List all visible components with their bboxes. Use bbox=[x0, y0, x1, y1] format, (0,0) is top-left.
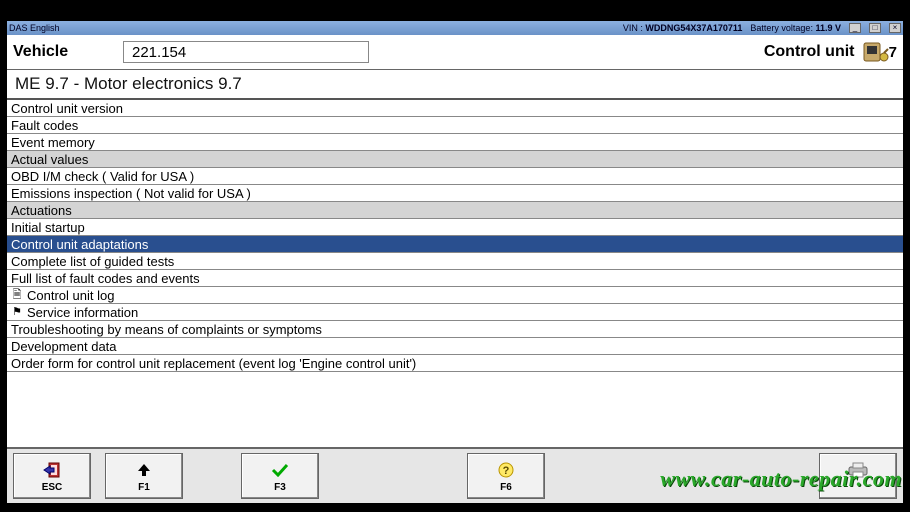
print-button[interactable] bbox=[819, 453, 897, 499]
list-item-label: Fault codes bbox=[11, 118, 78, 133]
list-item-label: OBD I/M check ( Valid for USA ) bbox=[11, 169, 194, 184]
list-item[interactable]: Fault codes bbox=[7, 117, 903, 134]
header-bar: Vehicle 221.154 Control unit .7 bbox=[7, 35, 903, 70]
svg-text:?: ? bbox=[503, 465, 510, 477]
list-item-label: Troubleshooting by means of complaints o… bbox=[11, 322, 322, 337]
esc-button[interactable]: ESC bbox=[13, 453, 91, 499]
vehicle-label: Vehicle bbox=[13, 43, 123, 61]
list-item-label: Order form for control unit replacement … bbox=[11, 356, 416, 371]
list-item-label: Control unit log bbox=[27, 288, 114, 303]
list-item[interactable]: Order form for control unit replacement … bbox=[7, 355, 903, 372]
minimize-button[interactable]: _ bbox=[849, 23, 861, 33]
list-item[interactable]: Event memory bbox=[7, 134, 903, 151]
close-button[interactable]: × bbox=[889, 23, 901, 33]
list-category: Actuations bbox=[7, 202, 903, 219]
battery-text: Battery voltage: 11.9 V bbox=[750, 23, 841, 33]
vehicle-value: 221.154 bbox=[123, 41, 369, 63]
titlebar-right: VIN : WDDNG54X37A170711 Battery voltage:… bbox=[623, 23, 901, 33]
app-window: DAS English VIN : WDDNG54X37A170711 Batt… bbox=[6, 20, 904, 504]
f6-button[interactable]: ? F6 bbox=[467, 453, 545, 499]
list-category: Actual values bbox=[7, 151, 903, 168]
f1-button[interactable]: F1 bbox=[105, 453, 183, 499]
control-unit-icon bbox=[860, 39, 890, 65]
arrow-up-icon bbox=[136, 460, 152, 480]
help-icon: ? bbox=[497, 460, 515, 480]
flag-icon: ⚑ bbox=[11, 305, 23, 320]
list-item[interactable]: Control unit version bbox=[7, 100, 903, 117]
footer-bar: ESC F1 F3 ? F6 bbox=[7, 447, 903, 503]
check-icon bbox=[271, 460, 289, 480]
titlebar: DAS English VIN : WDDNG54X37A170711 Batt… bbox=[7, 21, 903, 35]
maximize-button[interactable]: □ bbox=[869, 23, 881, 33]
list-item-label: Service information bbox=[27, 305, 138, 320]
list-item-label: Complete list of guided tests bbox=[11, 254, 174, 269]
list-item-label: Actual values bbox=[11, 152, 88, 167]
list-item[interactable]: Control unit adaptations bbox=[7, 236, 903, 253]
list-item[interactable]: Emissions inspection ( Not valid for USA… bbox=[7, 185, 903, 202]
list-item-label: Control unit version bbox=[11, 101, 123, 116]
list-item-label: Actuations bbox=[11, 203, 72, 218]
exit-icon bbox=[42, 460, 62, 480]
list-item[interactable]: OBD I/M check ( Valid for USA ) bbox=[7, 168, 903, 185]
list-item-label: Control unit adaptations bbox=[11, 237, 148, 252]
control-unit-label: Control unit bbox=[764, 43, 855, 61]
vin-text: VIN : WDDNG54X37A170711 bbox=[623, 23, 743, 33]
list-item[interactable]: Complete list of guided tests bbox=[7, 253, 903, 270]
list-item[interactable]: ⚑ Service information bbox=[7, 304, 903, 321]
app-title: DAS English bbox=[9, 23, 60, 33]
list-item-label: Emissions inspection ( Not valid for USA… bbox=[11, 186, 251, 201]
list-item[interactable]: Troubleshooting by means of complaints o… bbox=[7, 321, 903, 338]
list-item-label: Initial startup bbox=[11, 220, 85, 235]
menu-list: Control unit version Fault codes Event mem… bbox=[7, 100, 903, 372]
list-item[interactable]: 🗎 Control unit log bbox=[7, 287, 903, 304]
list-item[interactable]: Full list of fault codes and events bbox=[7, 270, 903, 287]
page-subtitle: ME 9.7 - Motor electronics 9.7 bbox=[7, 70, 903, 100]
list-item-label: Development data bbox=[11, 339, 117, 354]
list-item-label: Event memory bbox=[11, 135, 95, 150]
main-area: Vehicle 221.154 Control unit .7 ME 9.7 -… bbox=[7, 35, 903, 503]
list-item[interactable]: Initial startup bbox=[7, 219, 903, 236]
list-item-label: Full list of fault codes and events bbox=[11, 271, 200, 286]
list-item[interactable]: Development data bbox=[7, 338, 903, 355]
doc-icon: 🗎 bbox=[11, 288, 23, 303]
printer-icon bbox=[847, 460, 869, 480]
f3-button[interactable]: F3 bbox=[241, 453, 319, 499]
